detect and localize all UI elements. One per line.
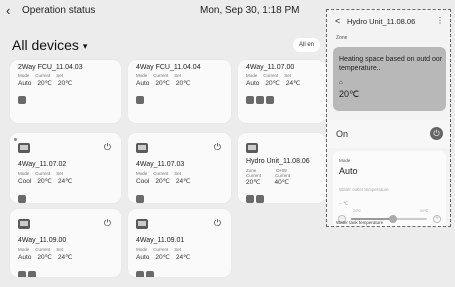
power-icon[interactable]: ⏻ xyxy=(214,218,221,229)
temperature-slider-knob[interactable] xyxy=(388,215,397,223)
device-col-heads: Mode Current Set xyxy=(18,247,64,252)
power-icon[interactable]: ⏻ xyxy=(104,218,111,229)
device-card-hydro[interactable]: Hydro Unit_11.08.06 Zone DHW Current Curre… xyxy=(238,133,326,203)
device-name: 4Way FCU_11.04.04 xyxy=(136,64,201,71)
ac-unit-icon xyxy=(18,143,30,153)
water-tank-label: Water tank temperature xyxy=(336,220,384,225)
device-badges xyxy=(136,190,146,203)
device-name: 4Way_11.09.00 xyxy=(18,237,67,244)
device-card[interactable]: ⏻ 4Way_11.07.02 Mode Current Set Cool 20℃ 24… xyxy=(10,133,121,203)
device-card[interactable]: ⏻ 4Way_11.07.03 Mode Current Set Cool 20℃ 24… xyxy=(128,133,231,203)
increase-button[interactable]: + xyxy=(433,215,441,223)
device-name: Hydro Unit_11.08.06 xyxy=(246,158,310,165)
water-outlet-value: -- ℃ xyxy=(339,201,349,206)
power-state-label: On xyxy=(336,129,349,139)
badge-icon xyxy=(18,271,26,277)
range-min: 20℃ xyxy=(353,209,361,213)
device-col-heads: Mode Current Set xyxy=(136,171,182,176)
device-values: Cool 20℃ 24℃ xyxy=(18,178,73,185)
back-icon[interactable]: ‹ xyxy=(6,3,10,18)
panel-title: Hydro Unit_11.08.06 xyxy=(347,17,416,26)
device-badges xyxy=(18,266,38,277)
power-icon[interactable]: ⏻ xyxy=(214,142,221,153)
mode-value[interactable]: Auto xyxy=(339,166,358,176)
power-icon[interactable]: ⏻ xyxy=(104,142,111,153)
device-values: Cool 20℃ 24℃ xyxy=(136,178,191,185)
device-col-heads: Mode Current Set xyxy=(136,247,182,252)
device-badges xyxy=(246,91,276,109)
device-badges xyxy=(18,91,28,109)
badge-icon xyxy=(18,195,26,203)
badge-icon xyxy=(136,271,144,277)
device-card[interactable]: ⏻ 4Way_11.09.00 Mode Current Set Auto 20℃ 24… xyxy=(10,209,121,277)
device-values: Auto 20℃ 20℃ xyxy=(18,80,73,87)
page-title: Operation status xyxy=(22,5,96,16)
badge-icon xyxy=(246,195,254,203)
hydro-unit-icon xyxy=(246,143,258,153)
zone-dhw-values: 20℃ 40℃ xyxy=(246,179,290,186)
device-filter-dropdown[interactable]: All devices ▾ xyxy=(12,37,87,53)
all-filter-button[interactable]: All en xyxy=(293,38,321,52)
device-name: 4Way_11.07.03 xyxy=(136,161,185,168)
badge-icon xyxy=(136,96,144,104)
mode-label: Mode xyxy=(339,158,351,163)
range-max: 50℃ xyxy=(420,209,428,213)
badge-icon xyxy=(266,96,274,104)
badge-icon xyxy=(256,96,264,104)
device-card[interactable]: ⏻ 4Way_11.09.01 Mode Current Set Auto 20℃ 24… xyxy=(128,209,231,277)
device-badges xyxy=(18,190,28,203)
ac-unit-icon xyxy=(136,219,148,229)
power-toggle-icon[interactable]: ⏻ xyxy=(430,127,443,140)
badge-icon xyxy=(18,96,26,104)
zone-temperature: 20℃ xyxy=(339,89,360,99)
more-options-icon[interactable]: ⋮ xyxy=(436,16,444,25)
badge-icon xyxy=(256,195,264,203)
zone-label: Zone xyxy=(336,35,348,41)
device-badges xyxy=(136,91,146,109)
device-name: 4Way_11.09.01 xyxy=(136,237,185,244)
ac-unit-icon xyxy=(18,219,30,229)
device-col-heads: Mode Current Set xyxy=(246,73,292,78)
device-name: 4Way_11.07.00 xyxy=(246,64,295,71)
device-values: Auto 20℃ 20℃ xyxy=(136,80,191,87)
mode-card: Mode Auto Water outlet temperature -- ℃ … xyxy=(333,151,446,226)
device-badges xyxy=(136,266,156,277)
device-values: Auto 20℃ 24℃ xyxy=(136,254,191,261)
heading-label: All devices xyxy=(12,37,79,53)
caret-down-icon: ▾ xyxy=(82,40,88,51)
datetime: Mon, Sep 30, 1:18 PM xyxy=(200,5,300,16)
device-col-heads: Mode Current Set xyxy=(18,171,64,176)
status-dot xyxy=(14,138,17,141)
device-card[interactable]: 4Way FCU_11.04.04 Mode Current Set Auto 20℃… xyxy=(128,60,231,123)
badge-icon xyxy=(146,271,154,277)
panel-back-icon[interactable]: < xyxy=(335,16,340,26)
power-row[interactable]: On ⏻ xyxy=(327,120,450,148)
zone-description: Heating space based on outd oor temperat… xyxy=(339,56,443,72)
device-name: 2Way FCU_11.04.03 xyxy=(18,64,83,71)
badge-icon xyxy=(246,96,254,104)
house-icon: ⌂ xyxy=(339,80,343,86)
zone-card[interactable]: Heating space based on outd oor temperat… xyxy=(333,47,446,111)
badge-icon xyxy=(28,271,36,277)
device-name: 4Way_11.07.02 xyxy=(18,161,67,168)
ac-unit-icon xyxy=(136,143,148,153)
device-values: Auto 20℃ 24℃ xyxy=(18,254,73,261)
device-col-heads: Mode Current Set xyxy=(136,73,182,78)
device-badges xyxy=(246,190,266,203)
device-card[interactable]: 2Way FCU_11.04.03 Mode Current Set Auto 20℃… xyxy=(10,60,121,123)
device-card[interactable]: 4Way_11.07.00 Mode Current Set Auto 20℃ 24℃ xyxy=(238,60,326,123)
hydro-detail-panel: < Hydro Unit_11.08.06 ⋮ Zone Heating spa… xyxy=(326,9,451,227)
device-values: Auto 20℃ 24℃ xyxy=(246,80,301,87)
device-col-heads: Mode Current Set xyxy=(18,73,64,78)
water-outlet-label: Water outlet temperature xyxy=(339,187,389,192)
badge-icon xyxy=(136,195,144,203)
